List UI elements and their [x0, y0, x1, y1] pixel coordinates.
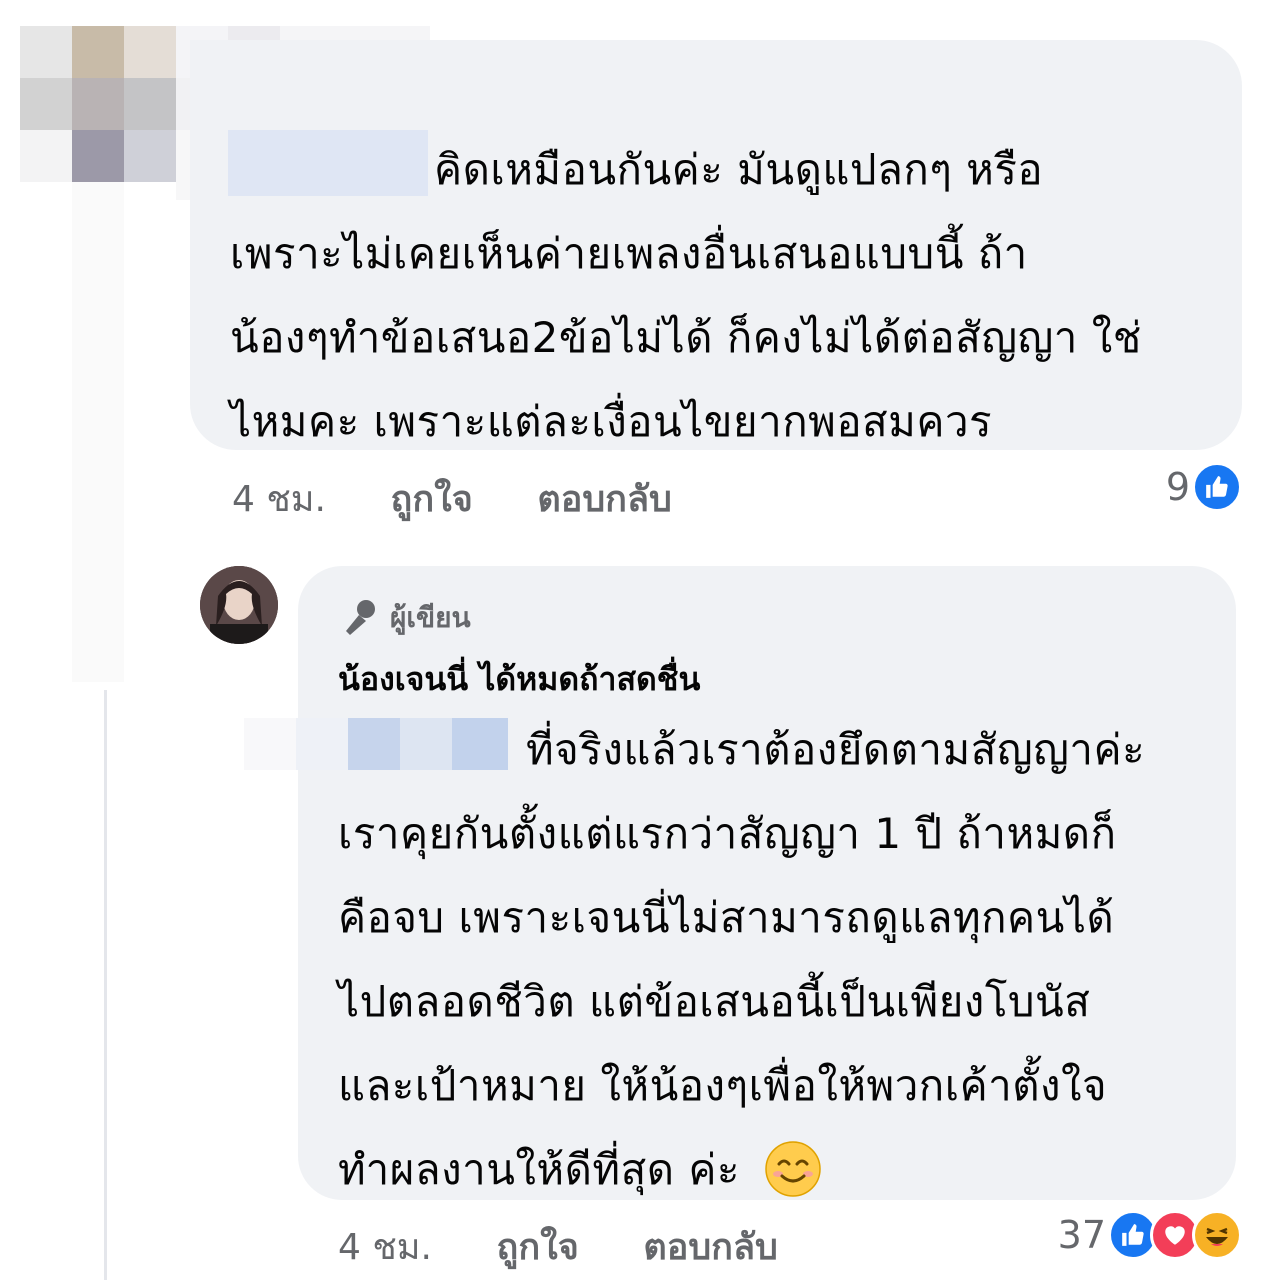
- author-name[interactable]: น้องเจนนี่ ได้หมดถ้าสดชื่น: [338, 654, 700, 705]
- thread-line: [104, 690, 107, 1280]
- author-badge: ผู้เขียน: [338, 596, 471, 640]
- comment-line: ไปตลอดชีวิต แต่ข้อเสนอนี้เป็นเพียงโบนัส: [338, 977, 1091, 1026]
- reaction-count: 37: [1057, 1213, 1106, 1257]
- comment-line: ที่จริงแล้วเราต้องยึดตามสัญญาค่ะ: [526, 725, 1146, 774]
- reaction-summary[interactable]: 37: [1058, 1210, 1242, 1260]
- author-badge-label: ผู้เขียน: [390, 601, 471, 634]
- comment-text: ที่จริงแล้วเราต้องยึดตามสัญญาค่ะ เราคุยก…: [338, 708, 1218, 1212]
- reply-button[interactable]: ตอบกลับ: [643, 1218, 778, 1275]
- comment-line-last: ทำผลงานให้ดีที่สุด ค่ะ: [338, 1128, 1218, 1212]
- like-icon: [1192, 462, 1242, 512]
- comment-line-text: ทำผลงานให้ดีที่สุด ค่ะ: [338, 1145, 740, 1194]
- like-button[interactable]: ถูกใจ: [391, 470, 473, 527]
- comment-line: น้องๆทำข้อเสนอ2ข้อไม่ได้ ก็คงไม่ได้ต่อสั…: [230, 313, 1142, 362]
- comment-actions: 4 ชม. ถูกใจ ตอบกลับ: [338, 1218, 830, 1275]
- like-button[interactable]: ถูกใจ: [497, 1218, 579, 1275]
- comment-text: คิดเหมือนกันค่ะ มันดูแปลกๆ หรือ เพราะไม่…: [230, 128, 1220, 464]
- haha-icon: [1192, 1210, 1242, 1260]
- comment-line: และเป้าหมาย ให้น้องๆเพื่อให้พวกเค้าตั้งใ…: [338, 1061, 1108, 1110]
- smiling-face-icon: [765, 1141, 821, 1197]
- comment-line: เพราะไม่เคยเห็นค่ายเพลงอื่นเสนอแบบนี้ ถ้…: [230, 229, 1028, 278]
- reply-button[interactable]: ตอบกลับ: [537, 470, 672, 527]
- author-avatar[interactable]: [200, 566, 278, 644]
- comment-line: คือจบ เพราะเจนนี่ไม่สามารถดูแลทุกคนได้: [338, 893, 1115, 942]
- reaction-summary[interactable]: 9: [1166, 462, 1242, 512]
- comment-actions: 4 ชม. ถูกใจ ตอบกลับ: [232, 470, 724, 527]
- timestamp[interactable]: 4 ชม.: [338, 1218, 432, 1275]
- timestamp[interactable]: 4 ชม.: [232, 470, 326, 527]
- comment-line: คิดเหมือนกันค่ะ มันดูแปลกๆ หรือ: [434, 145, 1044, 194]
- reaction-count: 9: [1165, 465, 1190, 509]
- microphone-icon: [346, 600, 375, 635]
- comment-line: ไหมคะ เพราะแต่ละเงื่อนไขยากพอสมควร: [230, 397, 993, 446]
- comment-line: เราคุยกันตั้งแต่แรกว่าสัญญา 1 ปี ถ้าหมดก…: [338, 809, 1117, 858]
